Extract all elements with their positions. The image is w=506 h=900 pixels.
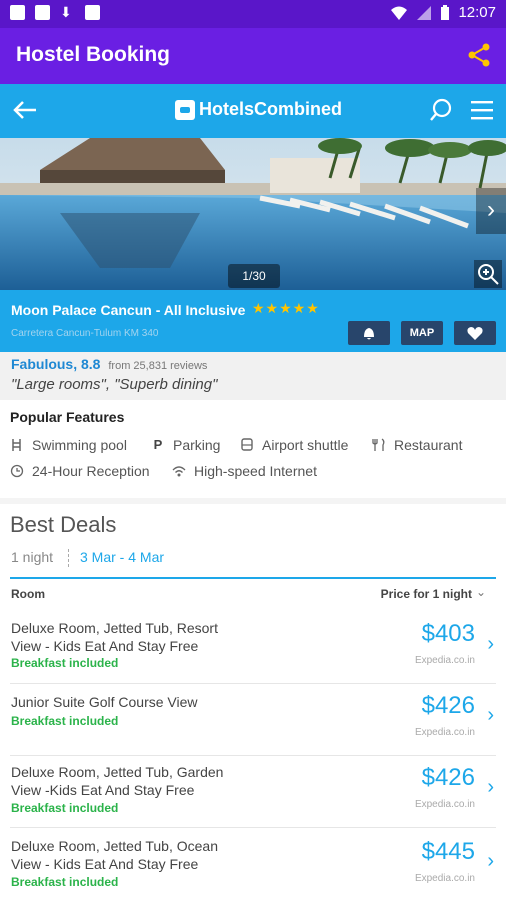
review-highlights: "Large rooms", "Superb dining" [11, 376, 218, 393]
logo-text: HotelsCombined [199, 99, 343, 119]
map-button[interactable]: MAP [401, 321, 443, 345]
deal-row[interactable]: Deluxe Room, Jetted Tub, Resort View - K… [0, 610, 506, 684]
features-title: Popular Features [10, 409, 125, 425]
cutlery-icon [372, 438, 385, 451]
chevron-right-icon[interactable]: › [487, 704, 494, 727]
logo[interactable]: HotelsCombined [175, 99, 342, 120]
feature-restaurant: Restaurant [372, 437, 462, 453]
room-price: $426 [421, 764, 475, 791]
dates-separator [68, 549, 70, 567]
download-icon: ⬇ [60, 4, 72, 20]
search-icon[interactable] [428, 97, 454, 123]
share-icon[interactable] [466, 42, 492, 68]
room-name: Junior Suite Golf Course View [11, 694, 198, 710]
deals-header-rule [10, 577, 496, 579]
feature-24h-reception: 24-Hour Reception [10, 463, 150, 479]
clock: 12:07 [458, 4, 496, 21]
battery-icon [441, 4, 450, 20]
app-notification-icon [85, 5, 100, 20]
feature-label: Restaurant [394, 437, 463, 453]
feature-label: Swimming pool [32, 437, 127, 453]
room-perk: Breakfast included [11, 714, 119, 728]
star-rating: ★★★★★ [252, 300, 320, 316]
room-column-header: Room [11, 587, 45, 601]
chevron-right-icon[interactable]: › [487, 633, 494, 656]
heart-icon [467, 327, 483, 340]
feature-high-speed-internet: High-speed Internet [172, 463, 317, 479]
next-photo-button[interactable]: › [476, 188, 506, 234]
price-source: Expedia.co.in [414, 727, 475, 738]
feature-label: Parking [173, 437, 221, 453]
price-alert-button[interactable] [348, 321, 390, 345]
wifi-icon [391, 6, 408, 20]
notification-icons: ⬇ [10, 5, 100, 20]
app-title: Hostel Booking [16, 43, 171, 66]
pool-ladder-icon [12, 439, 21, 451]
menu-icon[interactable] [470, 99, 494, 121]
room-perk: Breakfast included [11, 875, 119, 889]
wifi-icon [172, 466, 186, 477]
chevron-right-icon[interactable]: › [487, 776, 494, 799]
best-deals-title: Best Deals [10, 512, 117, 537]
price-column-header[interactable]: Price for 1 night [381, 587, 472, 601]
shield-icon [10, 5, 25, 20]
deal-row[interactable]: Deluxe Room, Jetted Tub, Garden View -Ki… [0, 756, 506, 828]
room-name: Deluxe Room, Jetted Tub, Garden View -Ki… [11, 764, 224, 798]
status-bar: ⬇ 12:07 [0, 0, 506, 28]
feature-swimming-pool: Swimming pool [10, 437, 127, 453]
feature-airport-shuttle: Airport shuttle [240, 437, 348, 453]
hotel-photo[interactable]: › 1/30 [0, 138, 506, 290]
back-arrow-icon[interactable] [8, 93, 42, 127]
bus-icon [241, 438, 253, 451]
zoom-icon[interactable] [474, 260, 502, 288]
room-price: $426 [421, 692, 475, 719]
review-summary[interactable]: Fabulous, 8.8 from 25,831 reviews "Large… [0, 352, 506, 400]
feature-label: High-speed Internet [194, 463, 317, 479]
favorite-button[interactable] [454, 321, 496, 345]
room-price: $445 [421, 838, 475, 865]
chevron-down-icon[interactable]: ⌄ [476, 585, 486, 599]
review-count: from 25,831 reviews [108, 360, 208, 372]
room-perk: Breakfast included [11, 656, 119, 670]
chevron-right-icon[interactable]: › [487, 850, 494, 873]
section-divider [0, 498, 506, 504]
image-icon [35, 5, 50, 20]
chevron-right-icon: › [487, 196, 495, 223]
room-name: Deluxe Room, Jetted Tub, Resort View - K… [11, 620, 218, 654]
photo-counter: 1/30 [228, 264, 280, 288]
feature-label: 24-Hour Reception [32, 463, 150, 479]
date-range-selector[interactable]: 3 Mar - 4 Mar [80, 549, 164, 565]
hotel-info-bar: Moon Palace Cancun - All Inclusive ★★★★★… [0, 290, 506, 352]
site-header: HotelsCombined [0, 84, 506, 138]
room-perk: Breakfast included [11, 801, 119, 815]
price-source: Expedia.co.in [414, 799, 475, 810]
parking-icon: P [153, 437, 163, 452]
feature-parking: P Parking [151, 437, 221, 453]
deal-row[interactable]: Junior Suite Golf Course View Breakfast … [0, 684, 506, 756]
clock-icon [10, 464, 24, 478]
room-name: Deluxe Room, Jetted Tub, Ocean View - Ki… [11, 838, 218, 872]
hotel-address: Carretera Cancun-Tulum KM 340 [11, 328, 159, 339]
signal-icon [417, 5, 432, 20]
app-bar: Hostel Booking [0, 28, 506, 84]
logo-icon [175, 99, 195, 120]
deal-row[interactable]: Deluxe Room, Jetted Tub, Ocean View - Ki… [0, 828, 506, 900]
nights-selector[interactable]: 1 night [11, 549, 53, 565]
hotel-name: Moon Palace Cancun - All Inclusive [11, 302, 246, 318]
price-source: Expedia.co.in [414, 873, 475, 884]
feature-label: Airport shuttle [262, 437, 349, 453]
bell-icon [364, 328, 374, 340]
room-price: $403 [421, 620, 475, 647]
price-source: Expedia.co.in [414, 655, 475, 666]
rating-score: Fabulous, 8.8 [11, 356, 101, 372]
